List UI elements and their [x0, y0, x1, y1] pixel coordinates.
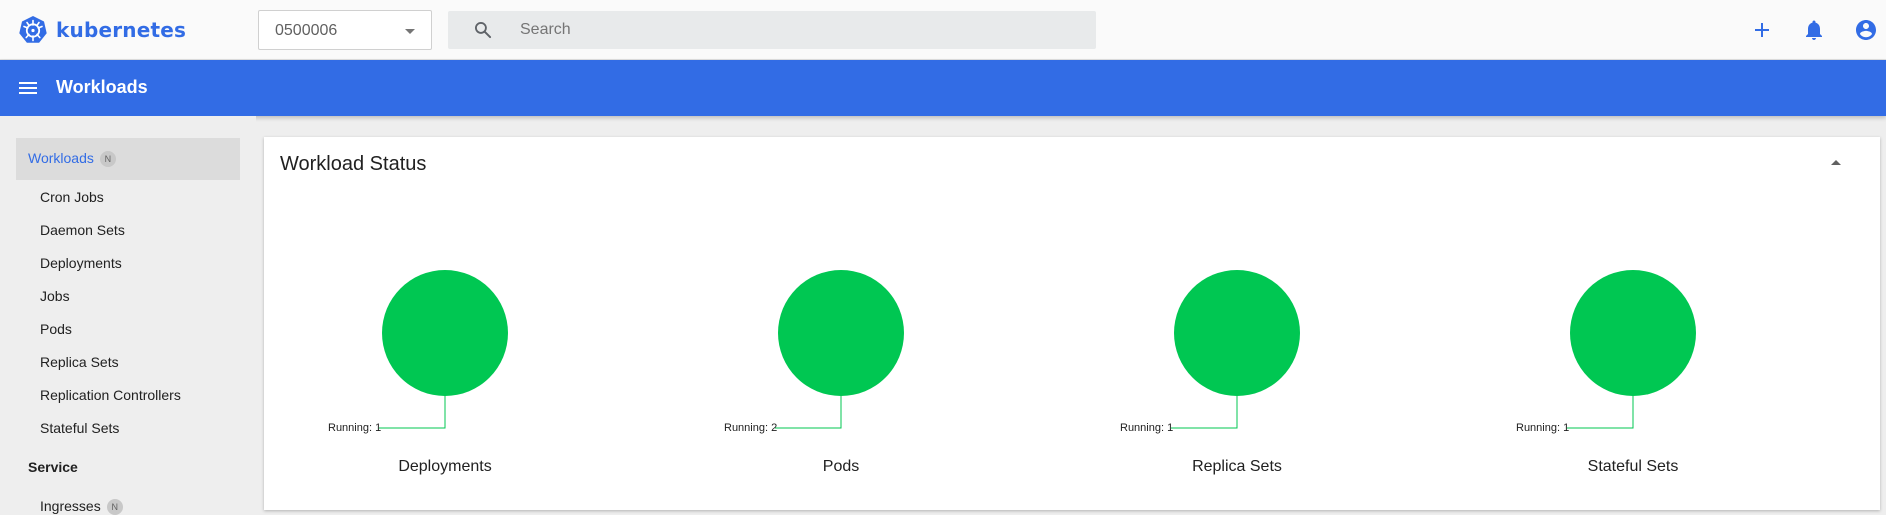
sidebar-item-label: Ingresses	[40, 498, 101, 514]
running-slice[interactable]	[382, 270, 508, 396]
plus-icon[interactable]	[1750, 18, 1774, 42]
sidebar-item-workloads[interactable]: Workloads N	[16, 138, 240, 180]
running-count-label: Running: 1	[1120, 422, 1174, 434]
top-toolbar: kubernetes 0500006	[0, 0, 1886, 60]
chart-title: Stateful Sets	[1587, 458, 1679, 475]
running-slice[interactable]	[1570, 270, 1696, 396]
sidebar-item-label: Workloads N	[28, 150, 116, 167]
chevron-down-icon	[405, 29, 415, 34]
sidebar: Workloads N Cron Jobs Daemon Sets Deploym…	[0, 116, 256, 515]
sidebar-item-deployments[interactable]: Deployments	[40, 255, 122, 271]
page-title: Workloads	[56, 77, 148, 97]
chart-deployments: Running: 1 Deployments	[295, 137, 595, 510]
label-leader-line	[775, 396, 842, 429]
sidebar-item-daemon-sets[interactable]: Daemon Sets	[40, 222, 125, 238]
search-input[interactable]	[520, 11, 1080, 49]
chart-title: Deployments	[398, 458, 492, 475]
chart-title: Pods	[822, 458, 860, 475]
pie-chart	[1171, 270, 1300, 429]
sidebar-item-replica-sets[interactable]: Replica Sets	[40, 354, 119, 370]
sidebar-item-cron-jobs[interactable]: Cron Jobs	[40, 189, 104, 205]
label-leader-line	[1567, 396, 1634, 429]
account-icon[interactable]	[1854, 18, 1878, 42]
pie-chart	[379, 270, 508, 429]
running-count-label: Running: 2	[724, 422, 778, 434]
chart-stateful-sets: Running: 1 Stateful Sets	[1483, 137, 1783, 510]
app-name: kubernetes	[56, 18, 187, 42]
chart-replica-sets: Running: 1 Replica Sets	[1087, 137, 1387, 510]
sidebar-item-pods[interactable]: Pods	[40, 321, 72, 337]
running-count-label: Running: 1	[1516, 422, 1570, 434]
chevron-up-icon[interactable]	[1831, 160, 1841, 165]
sidebar-item-ingresses[interactable]: Ingresses N	[40, 498, 123, 515]
chart-title: Replica Sets	[1192, 458, 1282, 475]
search-icon	[475, 22, 492, 39]
pie-chart	[775, 270, 904, 429]
running-slice[interactable]	[1174, 270, 1300, 396]
label-leader-line	[379, 396, 446, 429]
chart-pods: Running: 2 Pods	[691, 137, 991, 510]
namespaced-badge: N	[99, 151, 116, 167]
kubernetes-logo[interactable]: kubernetes	[18, 15, 186, 45]
sidebar-item-replication-controllers[interactable]: Replication Controllers	[40, 387, 181, 403]
bell-icon[interactable]	[1802, 18, 1826, 42]
workload-status-card: Workload Status Running: 1 Deployments Run…	[264, 137, 1880, 510]
sidebar-item-jobs[interactable]: Jobs	[40, 288, 70, 304]
sidebar-item-stateful-sets[interactable]: Stateful Sets	[40, 420, 119, 436]
menu-icon[interactable]	[16, 76, 40, 100]
title-bar: Workloads	[0, 60, 1886, 116]
running-count-label: Running: 1	[328, 422, 382, 434]
running-slice[interactable]	[778, 270, 904, 396]
pie-chart	[1567, 270, 1696, 429]
kubernetes-icon	[19, 16, 47, 43]
sidebar-item-label-text: Workloads	[28, 150, 94, 166]
namespace-value: 0500006	[275, 22, 338, 39]
label-leader-line	[1171, 396, 1238, 429]
namespace-select[interactable]: 0500006	[258, 10, 432, 50]
search-box[interactable]	[448, 11, 1096, 49]
sidebar-section-service[interactable]: Service	[28, 459, 78, 475]
